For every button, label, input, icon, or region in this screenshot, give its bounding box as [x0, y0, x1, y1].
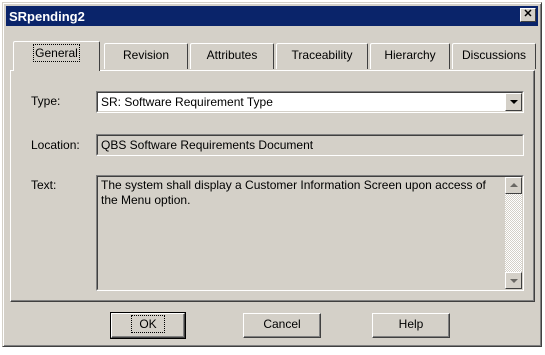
tab-strip: General Revision Attributes Traceability… [10, 41, 540, 71]
type-select-value: SR: Software Requirement Type [101, 95, 273, 109]
tab-general[interactable]: General [13, 41, 100, 71]
scroll-down-button[interactable] [505, 272, 522, 289]
type-dropdown-button[interactable] [505, 93, 522, 111]
tab-discussions[interactable]: Discussions [452, 43, 536, 69]
ok-button[interactable]: OK [110, 312, 186, 339]
help-button[interactable]: Help [372, 313, 450, 338]
tab-traceability[interactable]: Traceability [276, 43, 368, 69]
tab-label: Discussions [461, 48, 527, 62]
close-button[interactable]: ✕ [520, 8, 536, 22]
text-label: Text: [31, 178, 57, 192]
requirement-text-area[interactable]: The system shall display a Customer Info… [96, 175, 524, 291]
location-value: QBS Software Requirements Document [101, 138, 314, 152]
vertical-scrollbar[interactable] [505, 177, 522, 289]
tab-label: Attributes [206, 48, 258, 62]
close-icon: ✕ [523, 8, 533, 20]
tab-hierarchy[interactable]: Hierarchy [370, 43, 450, 69]
tab-label: Traceability [291, 48, 353, 62]
scroll-down-icon [510, 279, 518, 283]
cancel-button-label: Cancel [263, 317, 301, 331]
window-title: SRpending2 [9, 9, 85, 24]
requirement-text: The system shall display a Customer Info… [101, 178, 486, 207]
location-field: QBS Software Requirements Document [96, 134, 524, 156]
type-label: Type: [31, 94, 61, 108]
help-button-label: Help [398, 317, 424, 331]
chevron-down-icon [510, 100, 518, 104]
cancel-button[interactable]: Cancel [243, 313, 321, 338]
tab-revision[interactable]: Revision [104, 43, 188, 69]
scroll-up-icon [510, 183, 518, 187]
title-bar[interactable]: SRpending2 ✕ [6, 6, 538, 26]
ok-button-label: OK [131, 315, 165, 333]
tab-attributes[interactable]: Attributes [190, 43, 274, 69]
scroll-up-button[interactable] [505, 177, 522, 194]
location-label: Location: [31, 138, 80, 152]
tab-label: Hierarchy [384, 48, 436, 62]
tab-label: Revision [122, 48, 170, 62]
tab-label: General [33, 44, 80, 62]
general-tab-panel: Type: SR: Software Requirement Type Loca… [10, 70, 535, 302]
type-select[interactable]: SR: Software Requirement Type [96, 91, 524, 113]
